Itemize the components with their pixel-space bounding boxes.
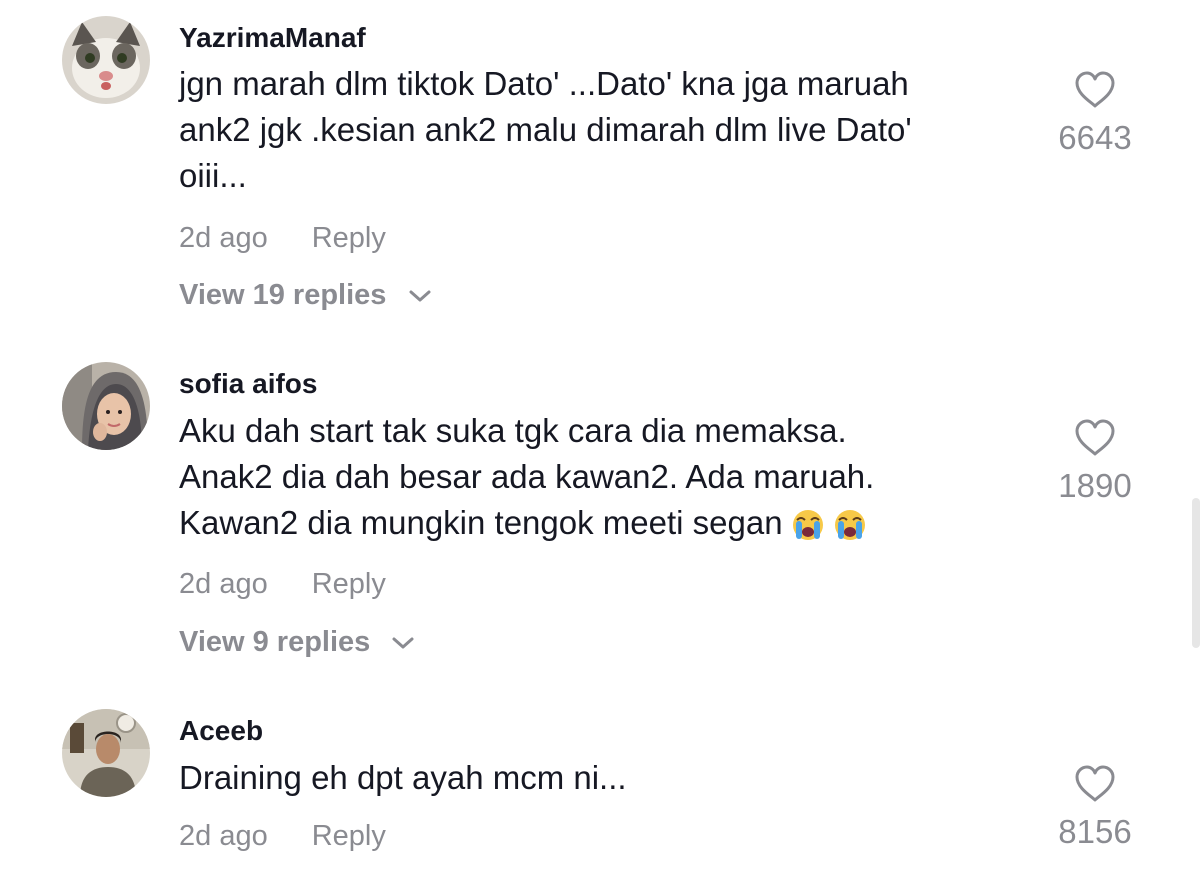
comment-list: YazrimaManaf jgn marah dlm tiktok Dato' … [0, 0, 1200, 879]
scrollbar[interactable] [1192, 498, 1200, 648]
like-count: 8156 [1058, 813, 1132, 850]
comment-line: Draining eh dpt ayah mcm ni... [179, 759, 627, 796]
comment-line-with-emoji: Kawan2 dia mungkin tengok meeti segan [179, 500, 1029, 546]
view-replies-button[interactable]: View 9 replies [179, 625, 416, 659]
timestamp: 2d ago [179, 222, 268, 254]
comment-line: jgn marah dlm tiktok Dato' ...Dato' kna … [179, 65, 909, 102]
timestamp: 2d ago [179, 820, 268, 852]
comment-meta: 2d ago Reply [179, 567, 386, 601]
timestamp: 2d ago [179, 568, 268, 600]
loudly-crying-face-icon [791, 508, 825, 542]
heart-icon[interactable] [1073, 764, 1117, 804]
loudly-crying-face-icon [833, 508, 867, 542]
reply-button[interactable]: Reply [312, 568, 386, 600]
heart-icon[interactable] [1073, 70, 1117, 110]
username[interactable]: Aceeb [179, 715, 263, 747]
chevron-down-icon [392, 637, 414, 649]
comment-line: Anak2 dia dah besar ada kawan2. Ada maru… [179, 458, 875, 495]
like-area: 8156 [1040, 764, 1150, 852]
view-replies-button[interactable]: View 19 replies [179, 278, 433, 312]
view-replies-label: View 19 replies [179, 279, 387, 311]
view-replies-label: View 9 replies [179, 626, 371, 658]
comment-line: oiii... [179, 157, 247, 194]
comment-line: Aku dah start tak suka tgk cara dia mema… [179, 412, 847, 449]
like-area: 1890 [1040, 418, 1150, 506]
reply-button[interactable]: Reply [312, 222, 386, 254]
like-count: 6643 [1058, 119, 1132, 156]
username[interactable]: YazrimaManaf [179, 22, 366, 54]
like-count: 1890 [1058, 467, 1132, 504]
avatar[interactable] [62, 709, 150, 797]
comment-text: jgn marah dlm tiktok Dato' ...Dato' kna … [179, 61, 1029, 199]
comment-text: Draining eh dpt ayah mcm ni... [179, 755, 1029, 801]
username[interactable]: sofia aifos [179, 368, 317, 400]
avatar[interactable] [62, 16, 150, 104]
chevron-down-icon [409, 290, 430, 302]
avatar[interactable] [62, 362, 150, 450]
reply-button[interactable]: Reply [312, 820, 386, 852]
comment-text: Aku dah start tak suka tgk cara dia mema… [179, 408, 1029, 546]
comment-line: ank2 jgk .kesian ank2 malu dimarah dlm l… [179, 111, 912, 148]
like-area: 6643 [1040, 70, 1150, 158]
comment-line: Kawan2 dia mungkin tengok meeti segan [179, 504, 783, 541]
comment-meta: 2d ago Reply [179, 819, 386, 853]
heart-icon[interactable] [1073, 418, 1117, 458]
comment-meta: 2d ago Reply [179, 221, 386, 255]
